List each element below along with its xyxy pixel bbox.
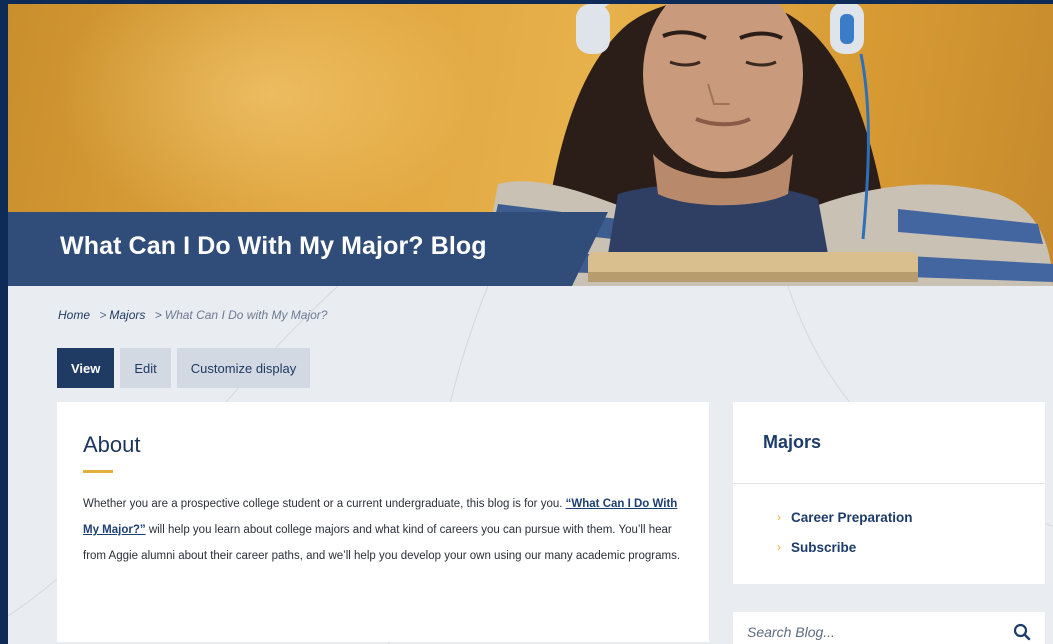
tab-view[interactable]: View bbox=[57, 348, 115, 388]
about-card: About Whether you are a prospective coll… bbox=[57, 402, 709, 642]
tab-edit[interactable]: Edit bbox=[120, 348, 171, 388]
about-heading: About bbox=[83, 432, 141, 457]
breadcrumb-separator: > bbox=[154, 308, 162, 322]
local-tasks-tabs: View Edit Customize display bbox=[57, 348, 311, 388]
blog-search-box bbox=[733, 612, 1045, 644]
heading-accent-bar bbox=[83, 470, 113, 473]
page-title: What Can I Do With My Major? Blog bbox=[60, 232, 487, 260]
hero-title-band: What Can I Do With My Major? Blog bbox=[8, 212, 608, 286]
about-text-intro: Whether you are a prospective college st… bbox=[83, 498, 566, 510]
chevron-right-icon: › bbox=[777, 510, 781, 524]
breadcrumb: Home > Majors > What Can I Do with My Majo… bbox=[58, 308, 327, 322]
majors-sidebar: Majors › Career Preparation › Subscribe bbox=[733, 402, 1045, 584]
page-frame: What Can I Do With My Major? Blog Home >… bbox=[8, 4, 1053, 644]
search-input[interactable] bbox=[747, 624, 1013, 640]
about-text: Whether you are a prospective college st… bbox=[83, 491, 683, 569]
tab-customize-display[interactable]: Customize display bbox=[176, 348, 311, 388]
sidebar-item-subscribe[interactable]: › Subscribe bbox=[777, 522, 1045, 572]
search-icon[interactable] bbox=[1013, 623, 1031, 641]
sidebar-item-label: Career Preparation bbox=[791, 509, 913, 525]
sidebar-item-label: Subscribe bbox=[791, 539, 857, 555]
hero-banner: What Can I Do With My Major? Blog bbox=[8, 4, 1053, 286]
breadcrumb-home[interactable]: Home bbox=[58, 308, 90, 322]
sidebar-heading: Majors bbox=[733, 402, 1045, 484]
about-text-body: will help you learn about college majors… bbox=[83, 524, 681, 562]
breadcrumb-majors[interactable]: Majors bbox=[109, 308, 145, 322]
sidebar-menu: › Career Preparation › Subscribe bbox=[733, 484, 1045, 572]
chevron-right-icon: › bbox=[777, 540, 781, 554]
breadcrumb-separator: > bbox=[99, 308, 107, 322]
breadcrumb-current: What Can I Do with My Major? bbox=[164, 308, 328, 322]
